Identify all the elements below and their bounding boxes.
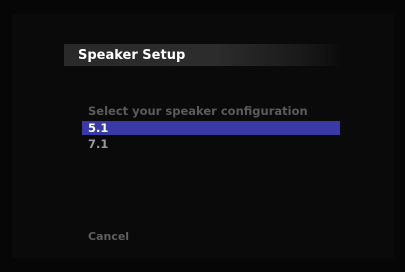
cancel-button[interactable]: Cancel [88,230,129,243]
tv-screen: Speaker Setup Select your speaker config… [0,0,405,272]
option-7-1[interactable]: 7.1 [82,137,340,151]
option-label: 5.1 [88,121,109,135]
speaker-option-list: 5.1 7.1 [82,121,340,153]
title-bar: Speaker Setup [64,44,340,66]
option-5-1[interactable]: 5.1 [82,121,340,135]
speaker-config-prompt: Select your speaker configuration [88,104,308,118]
dialog-title: Speaker Setup [78,48,186,63]
option-label: 7.1 [88,137,109,151]
